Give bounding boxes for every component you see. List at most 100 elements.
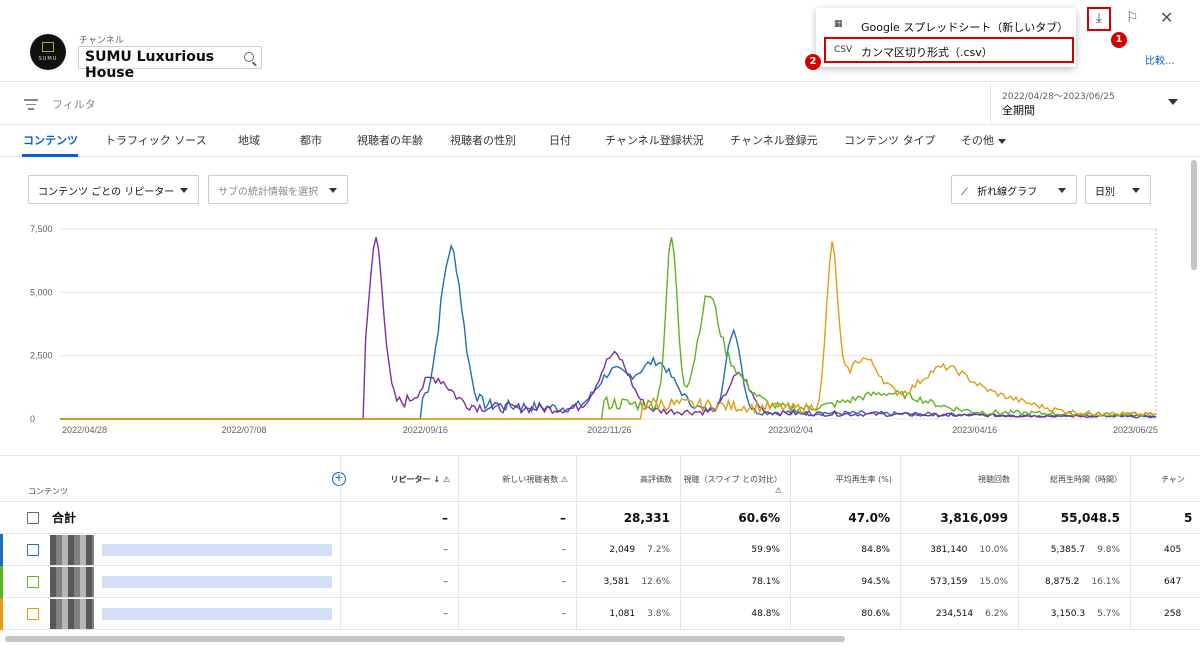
column-header-watch-time[interactable]: 総再生時間（時間） xyxy=(1018,456,1130,501)
row-likes-value: 3,581 xyxy=(603,577,630,587)
x-tick-label: 2023/06/25 xyxy=(1113,425,1158,435)
tab-more-label: その他 xyxy=(961,134,994,147)
download-button[interactable]: ⤓ xyxy=(1087,7,1111,31)
tab-city[interactable]: 都市 xyxy=(300,132,322,148)
feedback-button[interactable]: ⚐ xyxy=(1126,10,1142,26)
date-range-label: 全期間 xyxy=(1002,104,1035,117)
tab-geography[interactable]: 地域 xyxy=(238,132,260,148)
tab-traffic-source[interactable]: トラフィック ソース xyxy=(105,132,207,148)
total-subscribers: 5 xyxy=(1130,502,1200,534)
secondary-metric-label: サブの統計情報を選択 xyxy=(218,187,318,198)
row-new-viewers: – xyxy=(458,598,576,630)
video-thumbnail[interactable] xyxy=(50,567,94,597)
row-likes: 2,049 7.2% xyxy=(576,534,680,566)
tab-more[interactable]: その他 xyxy=(961,132,1006,148)
row-new-viewers: – xyxy=(458,534,576,566)
row-avg-percentage: 94.5% xyxy=(790,566,900,598)
video-title-redacted[interactable] xyxy=(102,608,332,620)
horizontal-scrollbar[interactable] xyxy=(5,636,845,642)
row-watch-time-value: 5,385.7 xyxy=(1050,545,1086,555)
tab-date[interactable]: 日付 xyxy=(549,132,571,148)
channel-avatar[interactable]: SUMU xyxy=(30,34,66,70)
sheets-icon: ▦ xyxy=(834,19,843,29)
total-avg-percentage: 47.0% xyxy=(790,502,900,534)
video-thumbnail[interactable] xyxy=(50,599,94,629)
table-row[interactable]: – – 3,581 12.6% 78.1% 94.5% 573,159 15.0% 8,875.… xyxy=(0,566,1200,598)
tab-content[interactable]: コンテンツ xyxy=(23,132,78,148)
close-icon: ✕ xyxy=(1160,8,1174,27)
tab-subscription-status[interactable]: チャンネル登録状況 xyxy=(605,132,704,148)
channel-label: チャンネル xyxy=(79,36,124,46)
column-header-subscribers[interactable]: チャン xyxy=(1130,456,1200,501)
video-title-redacted[interactable] xyxy=(102,576,332,588)
menu-item-google-sheets[interactable]: ▦ Google スプレッドシート（新しいタブ） xyxy=(816,12,1076,38)
filter-bar: フィルタ 2022/04/28～2023/06/25 全期間 xyxy=(0,83,1200,125)
filter-icon[interactable] xyxy=(24,99,38,113)
row-watch-time-value: 3,150.3 xyxy=(1050,609,1086,619)
secondary-metric-select[interactable]: サブの統計情報を選択 xyxy=(208,175,348,204)
x-tick-label: 2023/04/16 xyxy=(952,425,997,435)
vertical-scrollbar[interactable] xyxy=(1191,160,1197,270)
video-thumbnail[interactable] xyxy=(50,535,94,565)
menu-item-csv[interactable]: CSV カンマ区切り形式（.csv） xyxy=(824,37,1074,63)
series-color-bar xyxy=(0,534,3,566)
menu-item-label: Google スプレッドシート（新しいタブ） xyxy=(861,21,1069,34)
row-watch-time-percent: 5.7% xyxy=(1097,609,1120,619)
metric-select[interactable]: コンテンツ ごとの リピーター xyxy=(28,175,199,204)
tab-viewer-gender[interactable]: 視聴者の性別 xyxy=(450,132,516,148)
video-title-redacted[interactable] xyxy=(102,544,332,556)
series-color-bar xyxy=(0,598,3,630)
column-header-likes[interactable]: 高評価数 xyxy=(576,456,680,501)
x-tick-label: 2022/04/28 xyxy=(62,425,107,435)
chart-type-select[interactable]: ⟋ 折れ線グラフ xyxy=(951,175,1077,204)
tab-viewer-age[interactable]: 視聴者の年齢 xyxy=(357,132,423,148)
tab-subscription-source[interactable]: チャンネル登録元 xyxy=(730,132,818,148)
row-views-percent: 6.2% xyxy=(985,609,1008,619)
chevron-down-icon xyxy=(1132,188,1140,193)
table-row[interactable]: – – 2,049 7.2% 59.9% 84.8% 381,140 10.0% 5,385.7… xyxy=(0,534,1200,566)
column-header-viewed-vs-swiped[interactable]: 視聴（スワイプ との対比）⚠ xyxy=(680,456,790,501)
row-watch-time: 3,150.3 5.7% xyxy=(1018,598,1130,630)
feedback-icon: ⚐ xyxy=(1126,10,1139,26)
row-checkbox[interactable] xyxy=(27,608,39,620)
channel-search-field[interactable]: SUMU Luxurious House xyxy=(78,46,262,81)
metric-select-label: コンテンツ ごとの リピーター xyxy=(38,187,175,198)
total-viewed-vs-swiped: 60.6% xyxy=(680,502,790,534)
series-line xyxy=(60,237,1157,420)
table-row[interactable]: – – 1,081 3.8% 48.8% 80.6% 234,514 6.2% 3,150.3 5… xyxy=(0,598,1200,630)
column-header-content[interactable]: コンテンツ xyxy=(0,456,340,501)
chevron-down-icon xyxy=(180,188,188,193)
row-views: 234,514 6.2% xyxy=(900,598,1018,630)
total-repeaters: – xyxy=(340,502,458,534)
content-table: コンテンツ + リピーター ↓ ⚠ 新しい視聴者数 ⚠ 高評価数 視聴（スワイプ… xyxy=(0,455,1200,646)
row-new-viewers: – xyxy=(458,566,576,598)
y-tick-label: 5,000 xyxy=(30,287,53,297)
date-range-picker[interactable]: 2022/04/28～2023/06/25 全期間 xyxy=(990,83,1180,125)
column-header-views[interactable]: 視聴回数 xyxy=(900,456,1018,501)
row-checkbox[interactable] xyxy=(27,544,39,556)
total-watch-time: 55,048.5 xyxy=(1018,502,1130,534)
column-header-avg-percentage[interactable]: 平均再生率 (%) xyxy=(790,456,900,501)
menu-item-label: カンマ区切り形式（.csv） xyxy=(861,46,993,59)
row-viewed-vs-swiped: 78.1% xyxy=(680,566,790,598)
tab-content-type[interactable]: コンテンツ タイプ xyxy=(844,132,936,148)
download-icon: ⤓ xyxy=(1095,10,1103,26)
filter-input[interactable]: フィルタ xyxy=(52,96,96,112)
row-subscribers: 405 xyxy=(1130,534,1200,566)
close-button[interactable]: ✕ xyxy=(1160,8,1173,27)
channel-name: SUMU Luxurious House xyxy=(85,49,215,81)
chevron-down-icon xyxy=(998,138,1006,144)
row-views-value: 381,140 xyxy=(930,545,968,555)
row-views-percent: 10.0% xyxy=(979,545,1008,555)
column-header-repeaters[interactable]: リピーター ↓ ⚠ xyxy=(340,456,458,501)
row-checkbox[interactable] xyxy=(27,576,39,588)
row-repeaters: – xyxy=(340,598,458,630)
select-all-checkbox[interactable] xyxy=(27,512,39,524)
row-likes-percent: 3.8% xyxy=(647,609,670,619)
column-header-new-viewers[interactable]: 新しい視聴者数 ⚠ xyxy=(458,456,576,501)
row-watch-time: 8,875.2 16.1% xyxy=(1018,566,1130,598)
compare-link[interactable]: 比較... xyxy=(1145,52,1175,67)
logo-text: SUMU xyxy=(38,56,58,62)
interval-select[interactable]: 日別 xyxy=(1085,175,1151,204)
row-views-value: 573,159 xyxy=(930,577,968,587)
